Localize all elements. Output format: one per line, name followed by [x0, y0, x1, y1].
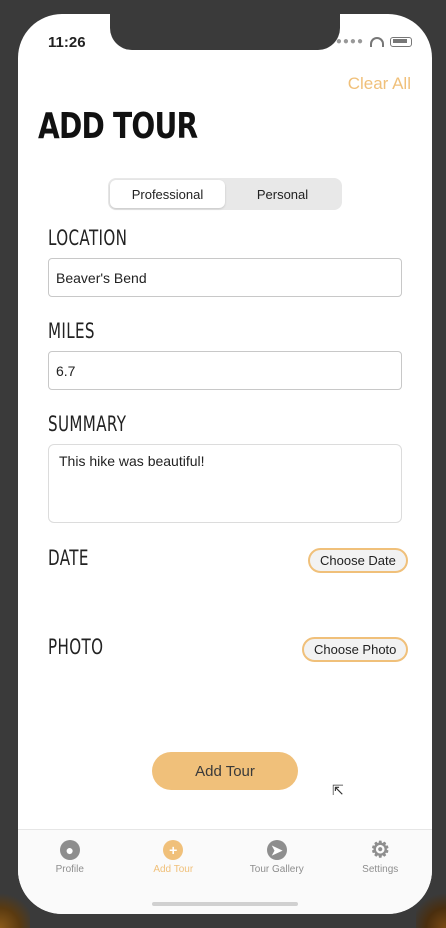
app-screen: 11:26 ●●●● Clear All ADD TOUR Profession…	[18, 14, 432, 914]
add-tour-button[interactable]: Add Tour	[152, 752, 298, 790]
photo-label: PHOTO	[48, 635, 104, 659]
choose-date-button[interactable]: Choose Date	[308, 548, 408, 573]
tab-settings[interactable]: ⚙ Settings	[329, 830, 433, 914]
device-notch	[110, 14, 340, 50]
person-icon: ●	[59, 840, 80, 860]
wifi-icon	[370, 36, 384, 47]
miles-field[interactable]: 6.7	[48, 351, 402, 390]
gear-icon: ⚙	[370, 837, 391, 862]
mouse-cursor-icon: ⇱	[332, 782, 344, 798]
segment-professional[interactable]: Professional	[110, 180, 225, 208]
battery-icon	[390, 36, 412, 47]
choose-photo-button[interactable]: Choose Photo	[302, 637, 409, 662]
page-title: ADD TOUR	[38, 106, 198, 147]
miles-label: MILES	[48, 319, 95, 343]
home-indicator	[152, 902, 298, 906]
compass-icon: ➤	[266, 840, 287, 860]
status-time: 11:26	[48, 34, 86, 51]
tab-bar: ● Profile + Add Tour ➤ Tour Gallery ⚙ Se…	[18, 829, 432, 914]
location-field[interactable]: Beaver's Bend	[48, 258, 402, 297]
signal-icon: ●●●●	[335, 36, 364, 47]
status-icons: ●●●●	[336, 36, 412, 47]
clear-all-button[interactable]: Clear All	[348, 74, 411, 94]
location-label: LOCATION	[48, 226, 128, 250]
tour-type-segmented-control: Professional Personal	[108, 178, 342, 210]
segment-personal[interactable]: Personal	[225, 180, 340, 208]
plus-icon: +	[163, 840, 184, 860]
tab-label: Add Tour	[153, 864, 194, 875]
summary-field[interactable]: This hike was beautiful!	[48, 444, 402, 523]
tab-label: Settings	[362, 864, 399, 875]
tab-profile[interactable]: ● Profile	[18, 830, 122, 914]
summary-label: SUMMARY	[48, 412, 127, 436]
tab-label: Tour Gallery	[249, 864, 304, 875]
date-label: DATE	[48, 546, 89, 570]
tab-label: Profile	[55, 864, 84, 875]
